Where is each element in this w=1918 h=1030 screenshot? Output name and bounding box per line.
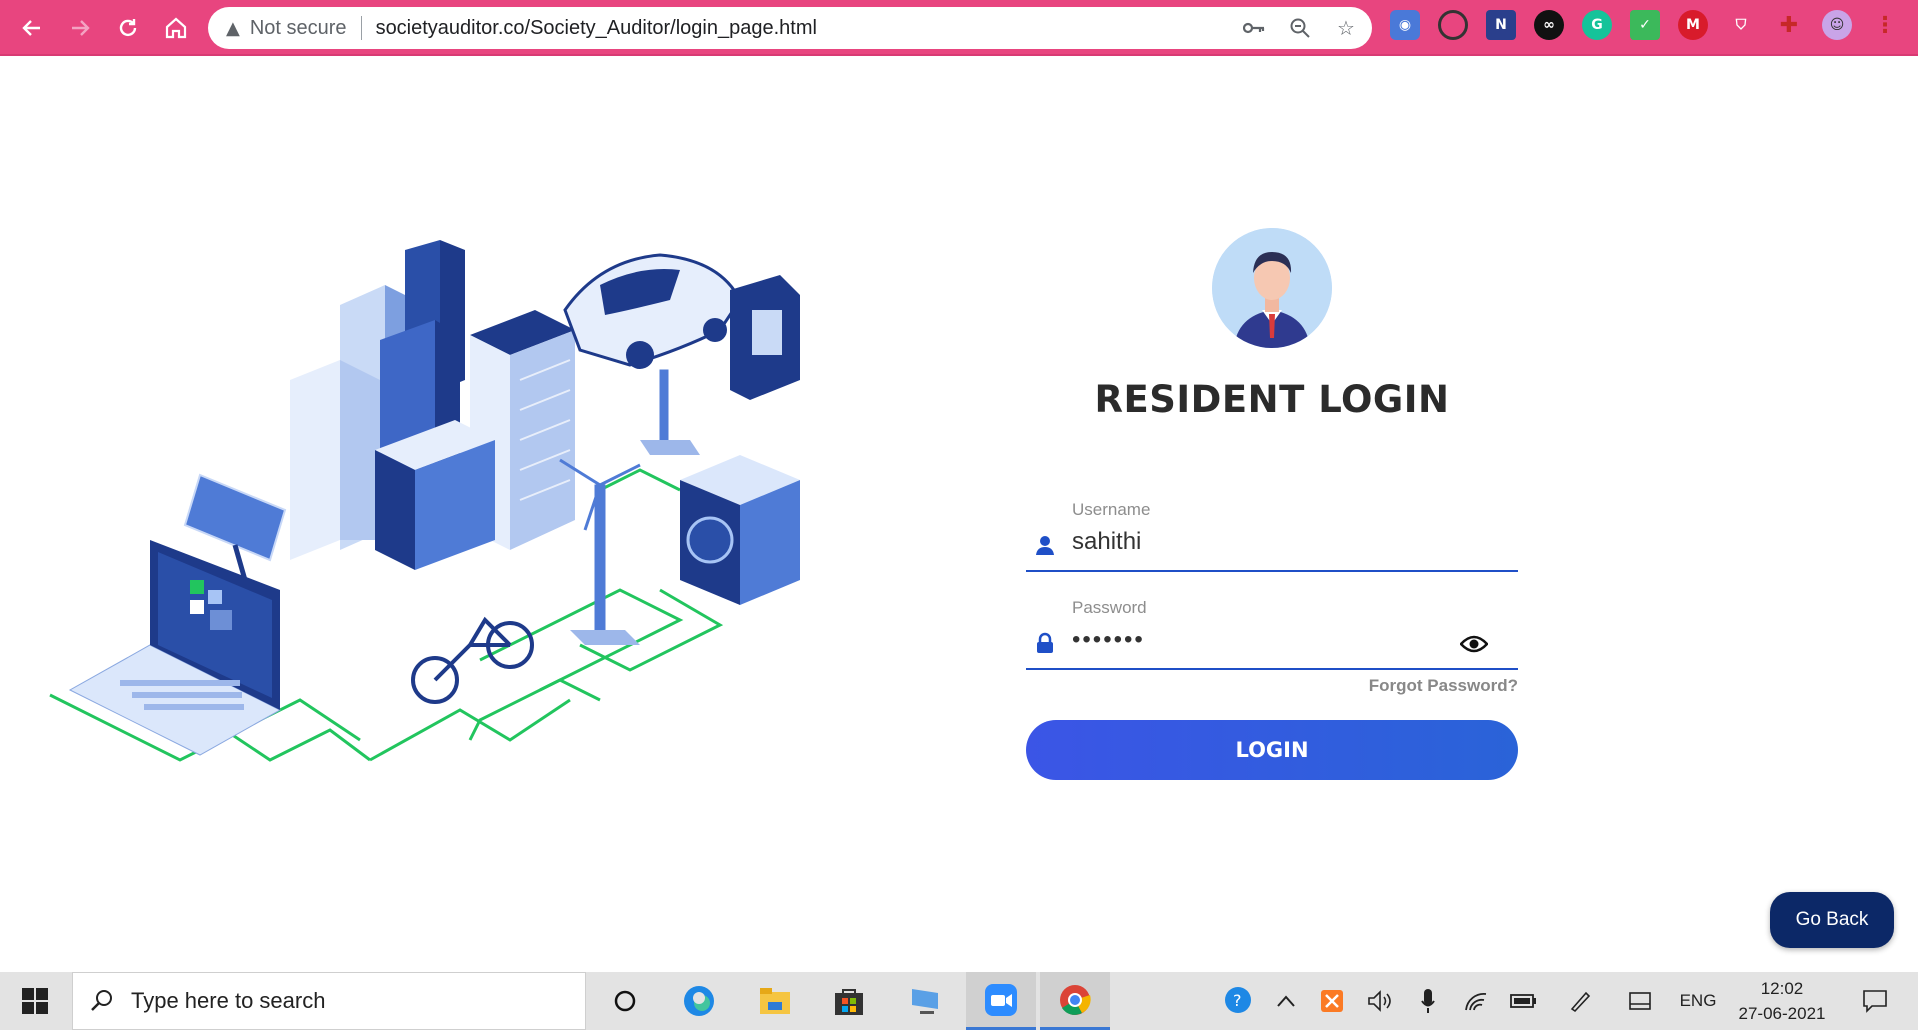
username-input[interactable] [1072,528,1452,556]
bicycle-graphic [411,616,534,704]
page-title: RESIDENT LOGIN [1094,378,1450,421]
browser-toolbar: ▲ Not secure societyauditor.co/Society_A… [0,0,1918,56]
url-text[interactable]: societyauditor.co/Society_Auditor/login_… [376,17,817,40]
chrome-icon[interactable] [1040,972,1110,1030]
battery-icon[interactable] [1504,972,1544,1030]
n-extension-icon[interactable]: N [1486,10,1516,40]
store-icon[interactable] [814,972,884,1030]
address-divider [360,16,362,40]
svg-text:?: ? [1233,991,1242,1010]
windows-start-icon[interactable] [8,972,62,1030]
star-icon[interactable]: ☆ [1332,13,1360,43]
menu-dots-icon[interactable]: ⋮ [1870,10,1900,40]
windows-taskbar: Type here to search ? ENG 12:02 27-06-20… [0,972,1918,1030]
forgot-password-link[interactable]: Forgot Password? [1300,676,1518,696]
password-input[interactable]: ••••••• [1072,626,1452,654]
washing-machine-graphic [680,455,800,605]
search-placeholder: Type here to search [131,988,326,1013]
notification-icon[interactable] [1852,972,1898,1030]
user-avatar [1212,228,1332,348]
zoom-icon[interactable] [1286,13,1314,43]
checkmark-extension-icon[interactable]: ✓ [1630,10,1660,40]
computer-app-icon[interactable] [890,972,960,1030]
warning-triangle-icon: ▲ [226,17,240,39]
grammarly-icon[interactable]: G [1582,10,1612,40]
cortana-icon[interactable] [590,972,660,1030]
go-back-button[interactable]: Go Back [1770,892,1894,948]
buildings-graphic [290,240,575,570]
reload-icon[interactable] [110,10,146,46]
username-label: Username [1072,500,1151,519]
back-arrow-icon[interactable] [14,10,50,46]
help-icon[interactable]: ? [1218,972,1260,1030]
tablet-mode-icon[interactable] [1620,972,1660,1030]
chevron-up-icon[interactable] [1268,972,1304,1030]
username-field[interactable]: Username [1026,492,1518,572]
login-button[interactable]: LOGIN [1026,720,1518,780]
profile-avatar[interactable]: ☺ [1822,10,1852,40]
clock-date: 27-06-2021 [1738,1004,1826,1023]
zoom-app-icon[interactable] [966,972,1036,1030]
security-status: Not secure [249,16,347,39]
wind-turbine-graphic [559,369,700,645]
camera-extension-icon[interactable]: ◉ [1390,10,1420,40]
circle-extension-icon[interactable] [1438,10,1468,40]
password-label: Password [1072,598,1147,617]
language-indicator[interactable]: ENG [1672,972,1724,1030]
taskbar-clock[interactable]: 12:02 27-06-2021 [1730,976,1834,1026]
wifi-icon[interactable] [1456,972,1496,1030]
laptop-graphic [68,540,282,756]
user-icon [1036,536,1054,555]
edge-icon[interactable] [664,972,734,1030]
password-field[interactable]: Password ••••••• [1026,590,1518,670]
eye-icon[interactable] [1460,634,1488,654]
home-icon[interactable] [158,10,194,46]
electric-car-graphic [563,253,800,400]
forward-arrow-icon[interactable] [62,10,98,46]
key-icon[interactable] [1240,13,1268,43]
address-bar[interactable]: ▲ Not secure societyauditor.co/Society_A… [208,7,1372,49]
microphone-icon[interactable] [1408,972,1448,1030]
pen-icon[interactable] [1560,972,1600,1030]
search-icon [91,990,112,1011]
smart-city-illustration [49,240,800,762]
puzzle-icon[interactable]: ✚ [1774,10,1804,40]
shield-extension-icon[interactable]: ⛉ [1726,10,1756,40]
taskbar-search[interactable]: Type here to search [72,972,586,1030]
xampp-icon[interactable] [1312,972,1352,1030]
volume-icon[interactable] [1360,972,1400,1030]
lock-icon [1037,632,1053,653]
m-extension-icon[interactable]: M [1678,10,1708,40]
infinity-extension-icon[interactable]: ∞ [1534,10,1564,40]
file-explorer-icon[interactable] [740,972,810,1030]
clock-time: 12:02 [1760,979,1804,998]
